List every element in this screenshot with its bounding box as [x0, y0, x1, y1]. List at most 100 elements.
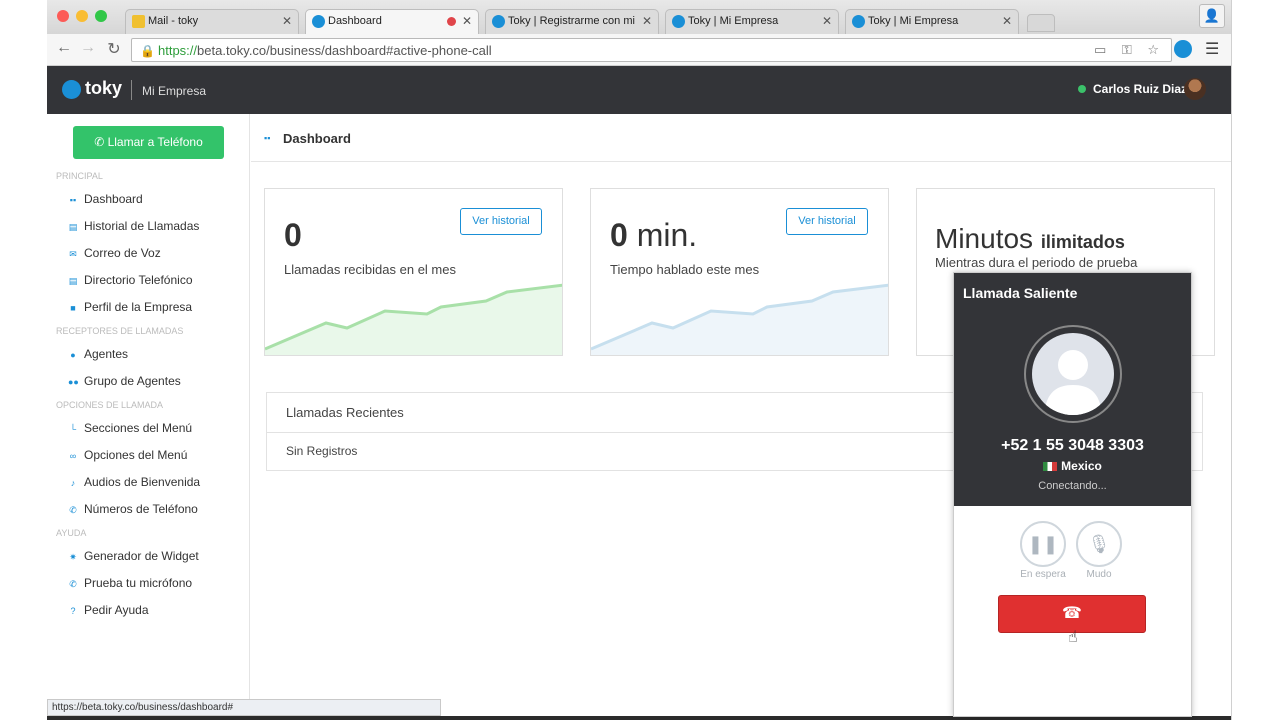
envelope-icon: ✉: [69, 249, 77, 259]
close-window-button[interactable]: [57, 10, 69, 22]
tab-label: Toky | Mi Empresa: [868, 15, 959, 27]
tab-label: Mail - toky: [148, 15, 199, 27]
mail-icon: [132, 15, 145, 28]
logo-text[interactable]: toky: [85, 78, 122, 99]
tab-label: Toky | Registrarme con mi: [508, 15, 635, 27]
desktop-left: [0, 0, 47, 720]
grid-icon: ▪▪: [69, 195, 77, 205]
sidebar-item-agentes[interactable]: ● Agentes: [68, 347, 128, 365]
forward-icon[interactable]: →: [77, 39, 99, 57]
link-icon: ∞: [69, 451, 77, 461]
tab-dashboard[interactable]: Dashboard ✕: [305, 9, 479, 34]
calls-received-card: 0 Llamadas recibidas en el mes Ver histo…: [264, 188, 563, 356]
back-icon[interactable]: ←: [53, 39, 75, 57]
phone-hangup-icon: ☎: [1062, 605, 1082, 622]
call-phone-button[interactable]: ✆ Llamar a Teléfono: [73, 126, 224, 159]
contact-photo: [1024, 325, 1122, 423]
tab-mail[interactable]: Mail - toky ✕: [125, 9, 299, 34]
lock-icon: 🔒: [140, 44, 155, 58]
tab-registrarme[interactable]: Toky | Registrarme con mi ✕: [485, 9, 659, 34]
close-tab-icon[interactable]: ✕: [282, 14, 292, 28]
talk-time-sparkline: [591, 283, 888, 355]
hand-cursor-icon: ☝: [1068, 629, 1078, 646]
section-title: OPCIONES DE LLAMADA: [56, 400, 164, 410]
desktop-right: [1231, 0, 1280, 720]
sidebar-item-correo-voz[interactable]: ✉ Correo de Voz: [68, 246, 161, 264]
hold-button[interactable]: ❚❚: [1020, 521, 1066, 567]
sidebar-item-perfil[interactable]: ■ Perfil de la Empresa: [68, 300, 192, 318]
mexico-flag-icon: [1043, 462, 1058, 471]
close-tab-icon[interactable]: ✕: [1002, 14, 1012, 28]
company-name: Mi Empresa: [142, 84, 207, 98]
user-silhouette-icon: [1032, 333, 1114, 415]
browser-toolbar: ← → ↻ 🔒 https://beta.toky.co/business/da…: [47, 34, 1231, 66]
page-title: Dashboard: [283, 131, 351, 146]
divider: [131, 80, 132, 100]
users-icon: ●●: [68, 377, 79, 387]
tab-mi-empresa-1[interactable]: Toky | Mi Empresa ✕: [665, 9, 839, 34]
sidebar-item-ayuda[interactable]: ? Pedir Ayuda: [68, 603, 148, 621]
call-widget-title: Llamada Saliente: [963, 285, 1078, 301]
toky-logo-icon: [62, 80, 81, 99]
book-icon: ▤: [68, 276, 78, 286]
view-history-button[interactable]: Ver historial: [460, 208, 542, 235]
calls-received-label: Llamadas recibidas en el mes: [284, 262, 456, 277]
talk-time-label: Tiempo hablado este mes: [610, 262, 760, 277]
online-status-icon: [1078, 85, 1086, 93]
new-tab-button[interactable]: [1027, 14, 1055, 32]
view-history-button[interactable]: Ver historial: [786, 208, 868, 235]
close-tab-icon[interactable]: ✕: [642, 14, 652, 28]
url-scheme: https://: [158, 43, 198, 58]
minimize-window-button[interactable]: [76, 10, 88, 22]
close-tab-icon[interactable]: ✕: [822, 14, 832, 28]
call-country: Mexico: [954, 459, 1191, 473]
address-bar[interactable]: 🔒 https://beta.toky.co/business/dashboar…: [131, 38, 1172, 62]
sidebar-item-widget[interactable]: ✷ Generador de Widget: [68, 549, 199, 567]
sidebar-item-numeros[interactable]: ✆ Números de Teléfono: [68, 502, 198, 520]
close-tab-icon[interactable]: ✕: [462, 14, 472, 28]
pause-icon: ❚❚: [1027, 534, 1059, 554]
tab-label: Toky | Mi Empresa: [688, 15, 779, 27]
sidebar-item-historial[interactable]: ▤ Historial de Llamadas: [68, 219, 200, 237]
maximize-window-button[interactable]: [95, 10, 107, 22]
call-button-label: Llamar a Teléfono: [107, 135, 203, 149]
sitemap-icon: └: [69, 424, 77, 434]
list-icon: ▤: [68, 222, 78, 232]
calls-sparkline: [265, 283, 562, 355]
toky-favicon-icon: [492, 15, 505, 28]
status-bar-url: https://beta.toky.co/business/dashboard#: [47, 699, 441, 716]
sidebar-item-dashboard[interactable]: ▪▪ Dashboard: [68, 192, 143, 210]
toky-favicon-icon: [852, 15, 865, 28]
talk-time-value: 0 min.: [610, 217, 698, 253]
tab-mi-empresa-2[interactable]: Toky | Mi Empresa ✕: [845, 9, 1019, 34]
phone-icon: ✆: [69, 579, 77, 589]
phone-icon: ✆: [94, 135, 108, 149]
sidebar-item-secciones-menu[interactable]: └ Secciones del Menú: [68, 421, 192, 439]
page-header: ▪▪ Dashboard: [251, 114, 1231, 162]
call-number: +52 1 55 3048 3303: [1001, 437, 1144, 454]
briefcase-icon: ■: [70, 303, 76, 313]
sidebar-item-microfono[interactable]: ✆ Prueba tu micrófono: [68, 576, 192, 594]
reload-icon[interactable]: ↻: [103, 39, 125, 59]
omnibox-icons[interactable]: ▭ ⚿ ☆: [1094, 42, 1165, 58]
user-name[interactable]: Carlos Ruiz Diaz: [1093, 82, 1187, 96]
sidebar-item-audios[interactable]: ♪ Audios de Bienvenida: [68, 475, 200, 493]
tab-strip: Mail - toky ✕ Dashboard ✕ Toky | Registr…: [47, 0, 1231, 34]
phone-icon: ✆: [69, 505, 77, 515]
mute-label: Mudo: [1086, 569, 1112, 580]
menu-icon[interactable]: ☰: [1205, 39, 1219, 59]
avatar[interactable]: [1184, 78, 1206, 100]
app-header: toky Mi Empresa Carlos Ruiz Diaz: [47, 66, 1231, 114]
toky-extension-icon[interactable]: [1174, 40, 1192, 58]
outgoing-call-widget: Llamada Saliente +52 1 55 3048 3303 Mexi…: [953, 272, 1192, 717]
sidebar: ✆ Llamar a Teléfono PRINCIPAL ▪▪ Dashboar…: [47, 114, 250, 716]
toky-favicon-icon: [672, 15, 685, 28]
toky-favicon-icon: [312, 15, 325, 28]
section-title: AYUDA: [56, 528, 87, 538]
sidebar-item-directorio[interactable]: ▤ Directorio Telefónico: [68, 273, 193, 291]
mute-button[interactable]: 🎙: [1076, 521, 1122, 567]
gear-icon: ✷: [69, 552, 77, 562]
sidebar-item-grupo-agentes[interactable]: ●● Grupo de Agentes: [68, 374, 181, 392]
profile-icon[interactable]: 👤: [1199, 4, 1225, 28]
sidebar-item-opciones-menu[interactable]: ∞ Opciones del Menú: [68, 448, 188, 466]
